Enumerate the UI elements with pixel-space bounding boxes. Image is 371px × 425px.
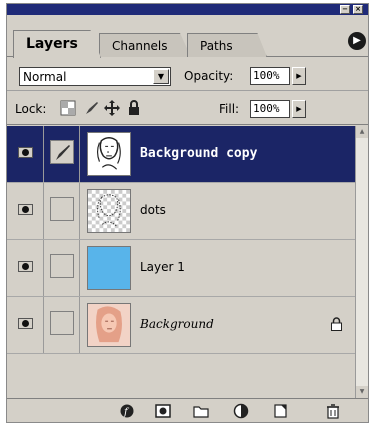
visibility-cell[interactable] (7, 240, 44, 296)
lock-position-move-icon[interactable] (104, 100, 120, 116)
padlock-icon (331, 317, 342, 331)
link-box[interactable] (50, 311, 74, 335)
tab-bar: Layers Channels Paths ▶ (7, 15, 368, 58)
layer-name[interactable]: dots (140, 203, 166, 217)
eye-icon[interactable] (18, 147, 33, 158)
layer-row-layer-1[interactable]: Layer 1 (7, 240, 355, 297)
fill-slider-arrow-icon[interactable]: ▶ (292, 100, 306, 118)
lock-row: Lock: Fill: 100% ▶ (7, 92, 368, 125)
visibility-cell[interactable] (7, 126, 44, 182)
layer-thumbnail (87, 132, 131, 176)
lock-transparency-icon[interactable] (60, 100, 76, 116)
link-box[interactable] (50, 197, 74, 221)
layer-list: Background copy dots Layer 1 Background (7, 126, 355, 398)
link-cell[interactable] (44, 126, 80, 182)
scroll-down-icon[interactable]: ▼ (356, 386, 368, 398)
layer-name[interactable]: Background copy (140, 146, 257, 161)
opacity-label: Opacity: (184, 69, 234, 83)
layer-row-background[interactable]: Background (7, 297, 355, 354)
lock-image-brush-icon[interactable] (83, 100, 99, 116)
layer-thumbnail (87, 246, 131, 290)
palette-footer: f (7, 398, 368, 422)
lock-all-icon[interactable] (126, 100, 142, 116)
fill-label: Fill: (219, 102, 240, 116)
opacity-field[interactable]: 100% (250, 67, 290, 85)
adjustment-layer-icon[interactable] (233, 403, 249, 419)
new-set-icon[interactable] (193, 403, 209, 419)
scroll-up-icon[interactable]: ▲ (356, 126, 368, 138)
tab-layers[interactable]: Layers (13, 30, 101, 58)
link-box[interactable] (50, 254, 74, 278)
lock-label: Lock: (15, 102, 47, 116)
tab-paths[interactable]: Paths (187, 33, 267, 57)
mask-icon[interactable] (155, 403, 171, 419)
layer-thumbnail (87, 303, 131, 347)
minimize-icon[interactable]: − (340, 5, 350, 14)
new-layer-icon[interactable] (273, 403, 289, 419)
close-icon[interactable]: × (353, 5, 363, 14)
eye-icon[interactable] (18, 261, 33, 272)
link-cell[interactable] (44, 240, 80, 296)
layer-row-dots[interactable]: dots (7, 183, 355, 240)
layer-row-background-copy[interactable]: Background copy (7, 126, 355, 183)
blend-mode-value: Normal (23, 70, 67, 84)
blend-row: Normal ▼ Opacity: 100% ▶ (7, 58, 368, 91)
visibility-cell[interactable] (7, 183, 44, 239)
trash-icon[interactable] (325, 403, 341, 419)
palette-menu-icon[interactable]: ▶ (348, 32, 366, 50)
link-cell[interactable] (44, 183, 80, 239)
brush-icon[interactable] (50, 140, 74, 164)
eye-icon[interactable] (18, 204, 33, 215)
fill-field[interactable]: 100% (250, 100, 290, 118)
layer-style-icon[interactable]: f (119, 403, 135, 419)
link-cell[interactable] (44, 297, 80, 353)
palette-titlebar: − × (7, 4, 368, 15)
vertical-scrollbar[interactable]: ▲ ▼ (355, 126, 368, 398)
layer-thumbnail (87, 189, 131, 233)
blend-mode-select[interactable]: Normal ▼ (19, 67, 171, 86)
chevron-down-icon[interactable]: ▼ (153, 69, 169, 84)
tab-channels[interactable]: Channels (99, 33, 191, 57)
visibility-cell[interactable] (7, 297, 44, 353)
layer-name[interactable]: Background (140, 317, 214, 331)
layers-palette: − × Layers Channels Paths ▶ Normal ▼ Opa… (6, 3, 369, 423)
layer-name[interactable]: Layer 1 (140, 260, 185, 274)
eye-icon[interactable] (18, 318, 33, 329)
opacity-slider-arrow-icon[interactable]: ▶ (292, 67, 306, 85)
